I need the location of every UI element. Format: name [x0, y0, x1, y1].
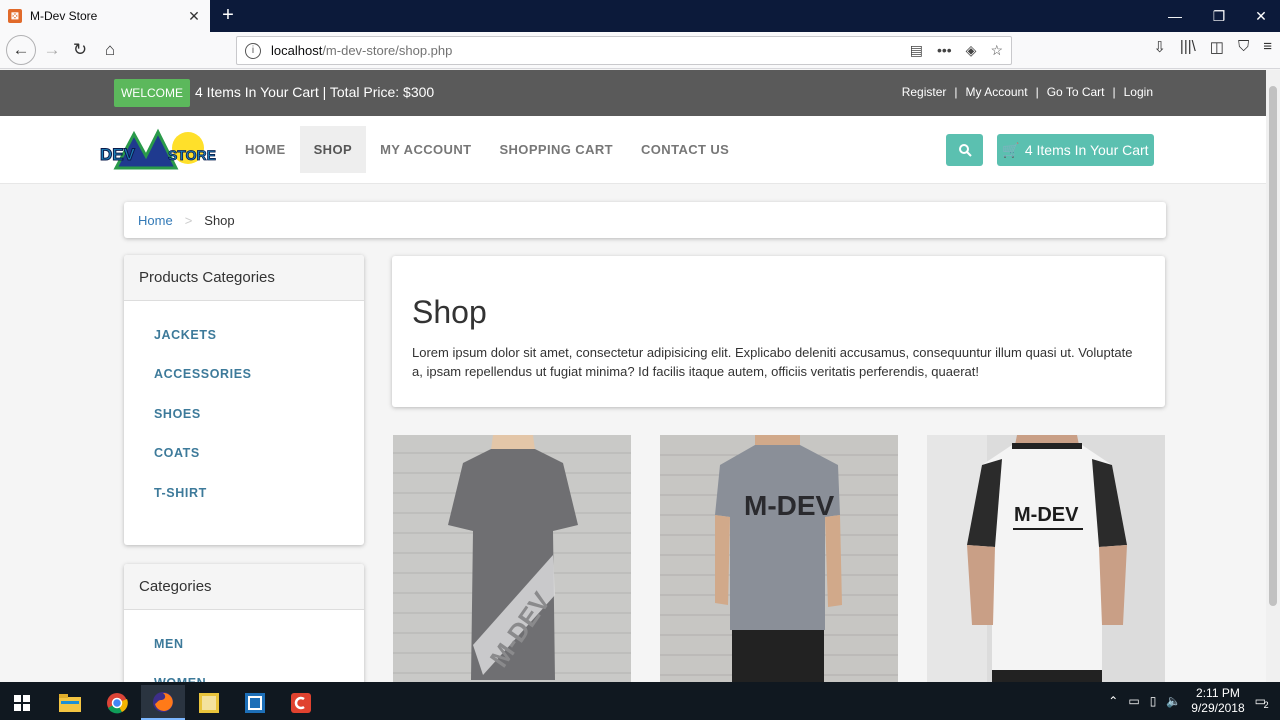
- site-favicon-icon: ⊠: [8, 9, 22, 23]
- menu-my-account[interactable]: MY ACCOUNT: [366, 126, 485, 173]
- site-info-icon[interactable]: i: [245, 42, 261, 59]
- product-print-text: M-DEV: [744, 490, 835, 521]
- shop-intro-box: Shop Lorem ipsum dolor sit amet, consect…: [392, 256, 1165, 407]
- menu-shopping-cart[interactable]: SHOPPING CART: [485, 126, 627, 173]
- recorder-app-icon[interactable]: [279, 685, 323, 720]
- breadcrumb: Home > Shop: [124, 202, 1166, 238]
- browser-tab[interactable]: ⊠ M-Dev Store ✕: [0, 0, 210, 32]
- close-tab-icon[interactable]: ✕: [186, 8, 202, 25]
- site-logo[interactable]: DEV STORE: [98, 126, 220, 174]
- category-link-accessories[interactable]: ACCESSORIES: [124, 355, 364, 395]
- login-link[interactable]: Login: [1124, 85, 1153, 99]
- product-card[interactable]: M-DEV: [393, 435, 631, 682]
- register-link[interactable]: Register: [902, 85, 947, 99]
- cart-button[interactable]: 🛒 4 Items In Your Cart: [997, 134, 1154, 166]
- clock-date: 9/29/2018: [1191, 701, 1245, 715]
- categories-panel: Categories MEN WOMEN: [124, 564, 364, 682]
- category-link-shoes[interactable]: SHOES: [124, 394, 364, 434]
- page-title: Shop: [412, 294, 487, 330]
- sidebar-icon[interactable]: ◫: [1210, 38, 1224, 56]
- new-tab-button[interactable]: +: [216, 4, 240, 28]
- sticky-app-icon[interactable]: [187, 685, 231, 720]
- products-categories-panel: Products Categories JACKETS ACCESSORIES …: [124, 255, 364, 545]
- minimize-window-icon[interactable]: —: [1152, 0, 1198, 32]
- clock-time: 2:11 PM: [1196, 686, 1240, 700]
- browser-tabstrip: ⊠ M-Dev Store ✕ + — ❐ ✕: [0, 0, 1280, 32]
- notification-center-icon[interactable]: ▭ 2: [1255, 694, 1269, 710]
- product-image[interactable]: M-DEV: [927, 435, 1165, 682]
- menu-icon[interactable]: ≡: [1263, 38, 1272, 56]
- category-link-t-shirt[interactable]: T-SHIRT: [124, 473, 364, 513]
- product-print-text: M-DEV: [1014, 504, 1079, 526]
- top-info-bar: WELCOME 4 Items In Your Cart | Total Pri…: [0, 70, 1266, 116]
- category-link-women[interactable]: WOMEN: [124, 664, 364, 682]
- my-account-link[interactable]: My Account: [966, 85, 1028, 99]
- file-explorer-icon[interactable]: [48, 685, 92, 720]
- pocket-icon[interactable]: ◈: [966, 42, 977, 59]
- category-link-jackets[interactable]: JACKETS: [124, 315, 364, 355]
- cart-button-label: 4 Items In Your Cart: [1024, 142, 1149, 158]
- clock[interactable]: 2:11 PM 9/29/2018: [1191, 686, 1244, 716]
- search-button[interactable]: [946, 134, 983, 166]
- app-window-icon[interactable]: [233, 685, 277, 720]
- top-links: Register | My Account | Go To Cart | Login: [901, 85, 1153, 99]
- restore-window-icon[interactable]: ❐: [1196, 0, 1242, 32]
- breadcrumb-separator: >: [184, 212, 193, 228]
- menu-home[interactable]: HOME: [231, 126, 300, 173]
- home-button[interactable]: ⌂: [96, 36, 124, 64]
- search-icon: [958, 144, 972, 157]
- close-window-icon[interactable]: ✕: [1238, 0, 1280, 32]
- downloads-icon[interactable]: ⇩: [1153, 38, 1166, 56]
- welcome-button[interactable]: WELCOME: [114, 79, 190, 107]
- back-button[interactable]: ←: [6, 35, 36, 65]
- reload-button[interactable]: ↻: [66, 36, 94, 64]
- shop-description: Lorem ipsum dolor sit amet, consectetur …: [412, 345, 1133, 379]
- firefox-icon[interactable]: [141, 685, 185, 720]
- breadcrumb-home-link[interactable]: Home: [138, 213, 173, 228]
- product-image[interactable]: M-DEV: [393, 435, 631, 682]
- url-path: /m-dev-store/shop.php: [322, 43, 453, 58]
- forward-button[interactable]: →: [38, 36, 66, 64]
- bookmark-star-icon[interactable]: ☆: [990, 42, 1003, 59]
- windows-start-icon[interactable]: [0, 685, 44, 720]
- os-taskbar: ⌃ ▭ ▯ 🔈 2:11 PM 9/29/2018 ▭ 2: [0, 682, 1280, 720]
- notification-count: 2: [1263, 700, 1269, 710]
- reader-view-icon[interactable]: ▤: [910, 42, 923, 59]
- svg-text:STORE: STORE: [168, 147, 216, 163]
- category-link-coats[interactable]: COATS: [124, 434, 364, 474]
- product-card[interactable]: M-DEV: [927, 435, 1165, 682]
- battery-icon[interactable]: ▯: [1150, 694, 1157, 708]
- network-icon[interactable]: ▭: [1128, 694, 1139, 708]
- page-actions-icon[interactable]: •••: [937, 42, 952, 59]
- menu-contact-us[interactable]: CONTACT US: [627, 126, 743, 173]
- url-host: localhost: [271, 43, 323, 58]
- tab-title: M-Dev Store: [30, 9, 98, 23]
- page-viewport: WELCOME 4 Items In Your Cart | Total Pri…: [0, 70, 1266, 682]
- library-icon[interactable]: |||\: [1180, 38, 1196, 56]
- scrollbar-thumb[interactable]: [1269, 86, 1277, 606]
- categories-title: Categories: [124, 564, 364, 610]
- cart-summary: 4 Items In Your Cart | Total Price: $300: [195, 84, 435, 100]
- category-link-men[interactable]: MEN: [124, 624, 364, 664]
- main-menu: HOME SHOP MY ACCOUNT SHOPPING CART CONTA…: [231, 126, 743, 173]
- page-scrollbar[interactable]: [1266, 70, 1280, 682]
- site-header: DEV STORE HOME SHOP MY ACCOUNT SHOPPING …: [0, 116, 1266, 184]
- product-card[interactable]: M-DEV: [660, 435, 898, 682]
- products-categories-title: Products Categories: [124, 255, 364, 301]
- product-image[interactable]: M-DEV: [660, 435, 898, 682]
- breadcrumb-current: Shop: [204, 212, 235, 228]
- shield-icon[interactable]: ⛉: [1238, 38, 1249, 56]
- menu-shop[interactable]: SHOP: [299, 126, 367, 173]
- show-hidden-icons-icon[interactable]: ⌃: [1108, 694, 1118, 708]
- url-bar[interactable]: i localhost/m-dev-store/shop.php ▤ ••• ◈…: [236, 36, 1012, 65]
- system-tray: ⌃ ▭ ▯ 🔈 2:11 PM 9/29/2018 ▭ 2: [1108, 682, 1269, 720]
- chrome-icon[interactable]: [95, 685, 139, 720]
- shopping-cart-icon: 🛒: [1002, 141, 1020, 158]
- browser-navbar: ← → ↻ ⌂ i localhost/m-dev-store/shop.php…: [0, 32, 1280, 69]
- svg-text:DEV: DEV: [100, 145, 136, 164]
- go-to-cart-link[interactable]: Go To Cart: [1047, 85, 1105, 99]
- volume-icon[interactable]: 🔈: [1166, 694, 1181, 708]
